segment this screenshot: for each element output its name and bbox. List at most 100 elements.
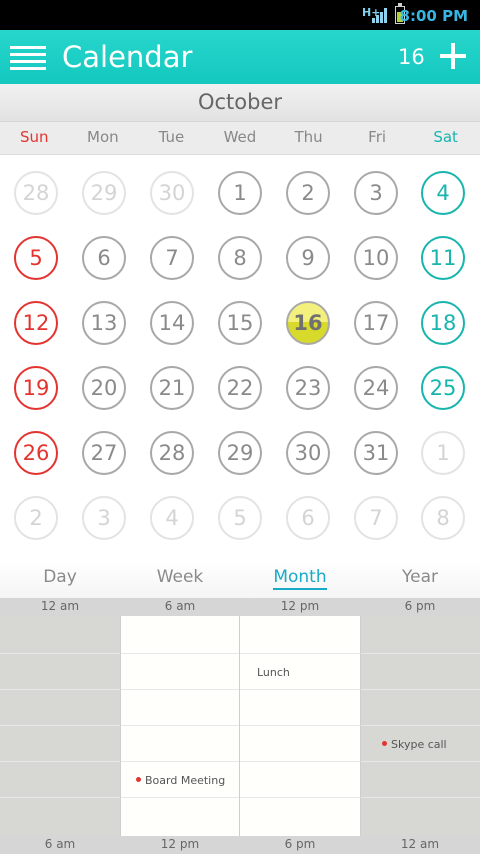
time-label: 12 am [40, 599, 80, 613]
day-cell-other-month[interactable]: 1 [421, 431, 465, 475]
tab-day[interactable]: Day [0, 560, 120, 598]
weekday-label: Sat [433, 128, 458, 146]
tab-month[interactable]: Month [240, 560, 360, 598]
tab-label: Week [156, 567, 204, 587]
day-cell[interactable]: 24 [354, 366, 398, 410]
weekday-label: Fri [368, 128, 387, 146]
day-cell-other-month[interactable]: 29 [82, 171, 126, 215]
hamburger-menu-icon[interactable] [10, 46, 46, 70]
column-divider [360, 616, 361, 836]
day-cell-saturday[interactable]: 11 [421, 236, 465, 280]
day-cell[interactable]: 21 [150, 366, 194, 410]
day-cell[interactable]: 7 [150, 236, 194, 280]
day-cell-sunday[interactable]: 12 [14, 301, 58, 345]
day-cell-saturday[interactable]: 18 [421, 301, 465, 345]
day-cell-other-month[interactable]: 4 [150, 496, 194, 540]
day-cell[interactable]: 2 [286, 171, 330, 215]
today-button[interactable]: 16 [398, 45, 425, 69]
tab-label: Year [402, 567, 438, 587]
app-title: Calendar [62, 40, 193, 74]
view-tabs: Day Week Month Year [0, 560, 480, 598]
weekday-label: Mon [87, 128, 119, 146]
event-title: Skype call [391, 738, 447, 751]
day-cell[interactable]: 13 [82, 301, 126, 345]
row-divider [0, 653, 480, 654]
time-label: 12 pm [160, 837, 200, 851]
row-divider [0, 725, 480, 726]
time-label: 6 pm [284, 837, 316, 851]
time-label: 6 pm [404, 599, 436, 613]
day-cell[interactable]: 28 [150, 431, 194, 475]
day-cell-today[interactable]: 16 [286, 301, 330, 345]
row-divider [0, 797, 480, 798]
weekday-label: Thu [294, 128, 323, 146]
day-cell[interactable]: 6 [82, 236, 126, 280]
day-cell[interactable]: 10 [354, 236, 398, 280]
row-divider [0, 689, 480, 690]
day-cell-sunday[interactable]: 19 [14, 366, 58, 410]
event-marker-dot-icon [382, 741, 387, 746]
day-cell[interactable]: 23 [286, 366, 330, 410]
day-cell[interactable]: 30 [286, 431, 330, 475]
weekday-header-row: Sun Mon Tue Wed Thu Fri Sat [0, 122, 480, 155]
day-cell[interactable]: 22 [218, 366, 262, 410]
day-cell-other-month[interactable]: 3 [82, 496, 126, 540]
day-cell-other-month[interactable]: 5 [218, 496, 262, 540]
time-label: 12 am [400, 837, 440, 851]
month-grid: 28 29 30 1 2 3 4 5 6 7 8 9 10 11 12 13 1… [0, 155, 480, 560]
weekday-label: Wed [223, 128, 257, 146]
event-title: Lunch [257, 666, 290, 679]
day-cell[interactable]: 31 [354, 431, 398, 475]
day-cell-other-month[interactable]: 8 [421, 496, 465, 540]
day-cell-other-month[interactable]: 7 [354, 496, 398, 540]
day-cell-other-month[interactable]: 30 [150, 171, 194, 215]
day-cell-other-month[interactable]: 2 [14, 496, 58, 540]
event-title: Board Meeting [145, 774, 226, 787]
day-cell[interactable]: 15 [218, 301, 262, 345]
tab-year[interactable]: Year [360, 560, 480, 598]
tab-week[interactable]: Week [120, 560, 240, 598]
week-timeline[interactable]: Lunch Skype call Board Meeting [0, 616, 480, 836]
signal-strength-icon [372, 8, 388, 23]
day-cell-saturday[interactable]: 4 [421, 171, 465, 215]
time-label: 6 am [44, 837, 76, 851]
month-header: October [0, 84, 480, 122]
app-bar: Calendar 16 [0, 30, 480, 84]
day-cell[interactable]: 1 [218, 171, 262, 215]
next-month-area[interactable] [420, 84, 480, 122]
column-divider [120, 616, 121, 836]
day-cell-saturday[interactable]: 25 [421, 366, 465, 410]
timeline-top-labels: 12 am 6 am 12 pm 6 pm [0, 598, 480, 616]
previous-month-area[interactable] [0, 84, 60, 122]
event-marker-dot-icon [136, 777, 141, 782]
status-bar: H+ 8:00 PM [0, 0, 480, 30]
month-title: October [197, 90, 283, 114]
day-cell[interactable]: 8 [218, 236, 262, 280]
day-cell[interactable]: 3 [354, 171, 398, 215]
day-cell[interactable]: 29 [218, 431, 262, 475]
weekday-label: Sun [20, 128, 49, 146]
day-cell[interactable]: 14 [150, 301, 194, 345]
day-cell-other-month[interactable]: 6 [286, 496, 330, 540]
weekday-label: Tue [158, 128, 185, 146]
day-cell[interactable]: 9 [286, 236, 330, 280]
day-cell[interactable]: 27 [82, 431, 126, 475]
event-lunch[interactable]: Lunch [257, 666, 290, 679]
day-cell-sunday[interactable]: 26 [14, 431, 58, 475]
time-label: 12 pm [280, 599, 320, 613]
day-cell-other-month[interactable]: 28 [14, 171, 58, 215]
daytime-band [120, 616, 360, 836]
event-board-meeting[interactable]: Board Meeting [136, 774, 225, 787]
column-divider [239, 616, 240, 836]
add-event-icon[interactable] [440, 43, 466, 69]
day-cell[interactable]: 17 [354, 301, 398, 345]
tab-label: Month [273, 567, 327, 590]
day-cell[interactable]: 20 [82, 366, 126, 410]
event-skype-call[interactable]: Skype call [382, 738, 447, 751]
row-divider [0, 761, 480, 762]
timeline-bottom-labels: 6 am 12 pm 6 pm 12 am [0, 836, 480, 854]
tab-label: Day [43, 567, 77, 587]
status-time: 8:00 PM [399, 7, 468, 25]
time-label: 6 am [164, 599, 196, 613]
day-cell-sunday[interactable]: 5 [14, 236, 58, 280]
